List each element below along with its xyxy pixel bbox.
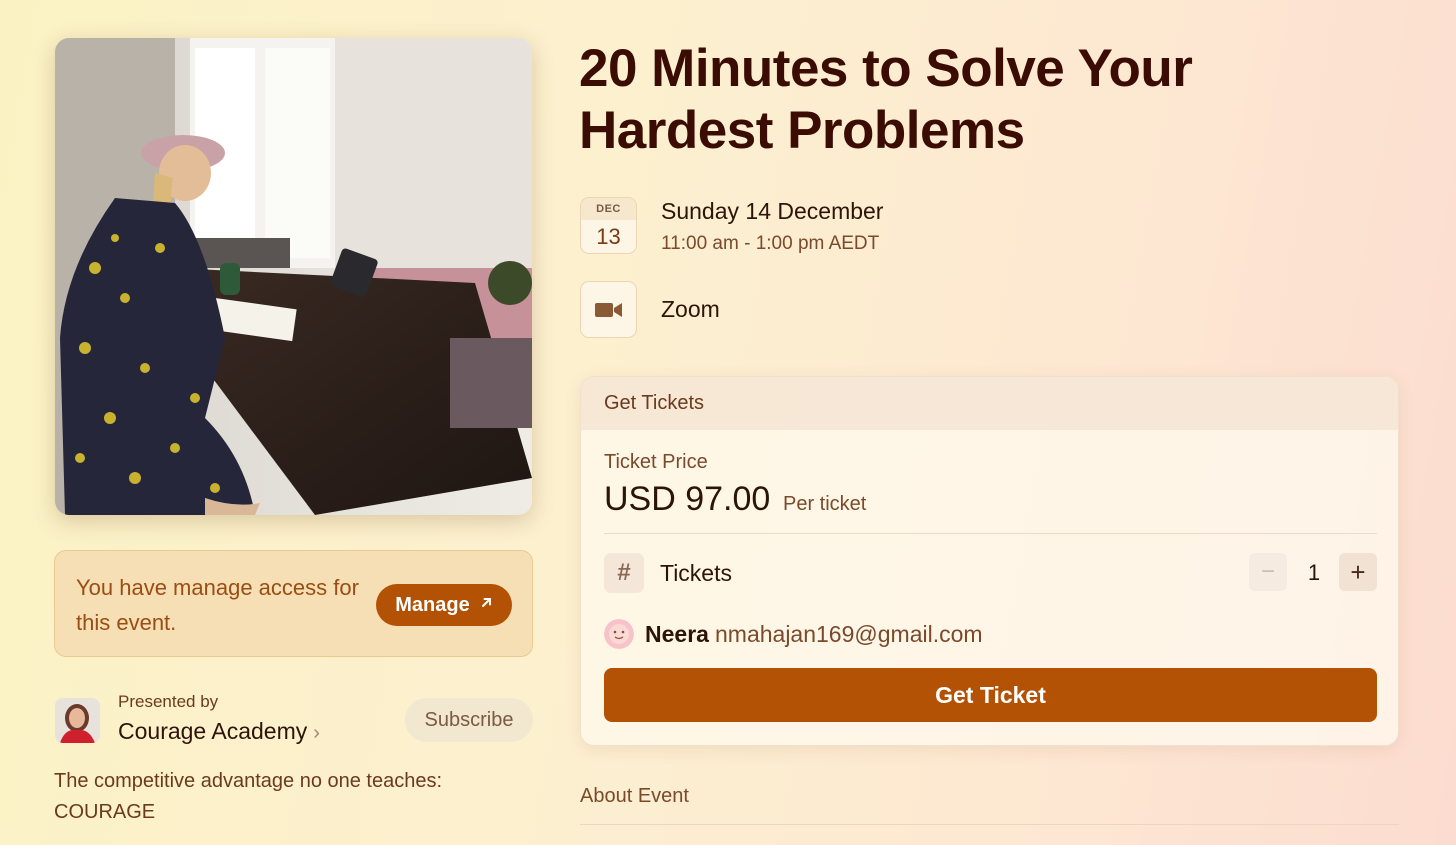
host-avatar[interactable] bbox=[55, 698, 100, 743]
increase-quantity-button[interactable]: + bbox=[1339, 553, 1377, 591]
manage-access-text: You have manage access for this event. bbox=[76, 575, 359, 635]
host-description: The competitive advantage no one teaches… bbox=[54, 770, 443, 823]
event-title: 20 Minutes to Solve Your Hardest Problem… bbox=[579, 39, 1193, 160]
tickets-card-header: Get Tickets bbox=[581, 377, 1398, 430]
decrease-quantity-button[interactable]: − bbox=[1249, 553, 1287, 591]
subscribe-button[interactable]: Subscribe bbox=[405, 698, 533, 742]
manage-access-banner: You have manage access for this event. M… bbox=[54, 550, 533, 657]
user-email: nmahajan169@gmail.com bbox=[715, 621, 983, 647]
user-name: Neera bbox=[645, 621, 709, 647]
ticket-price-unit: Per ticket bbox=[783, 493, 867, 515]
tickets-card: Get Tickets Ticket Price USD 97.00 Per t… bbox=[580, 376, 1399, 746]
calendar-day: 13 bbox=[596, 224, 621, 249]
event-time: 11:00 am - 1:00 pm AEDT bbox=[661, 233, 880, 254]
hash-icon: # bbox=[604, 553, 644, 593]
manage-button[interactable]: Manage bbox=[376, 584, 512, 626]
ticket-price-label: Ticket Price bbox=[604, 451, 708, 473]
video-camera-icon bbox=[580, 281, 637, 338]
divider bbox=[604, 533, 1377, 534]
ticket-quantity: 1 bbox=[1307, 560, 1321, 585]
tickets-quantity-label: Tickets bbox=[660, 560, 732, 586]
about-event-heading: About Event bbox=[580, 785, 689, 807]
user-avatar bbox=[604, 619, 634, 649]
calendar-icon: DEC 13 bbox=[580, 197, 637, 254]
divider bbox=[580, 824, 1399, 825]
arrow-up-right-icon bbox=[480, 596, 493, 614]
get-ticket-button[interactable]: Get Ticket bbox=[604, 668, 1377, 722]
presented-by-label: Presented by bbox=[118, 692, 219, 711]
host-name: Courage Academy bbox=[118, 718, 308, 744]
chevron-right-icon: › bbox=[313, 722, 320, 744]
event-cover-image bbox=[55, 38, 532, 515]
event-date: Sunday 14 December bbox=[661, 198, 884, 224]
host-name-link[interactable]: Courage Academy › bbox=[118, 718, 320, 745]
ticket-price-value: USD 97.00 bbox=[604, 480, 771, 518]
calendar-month: DEC bbox=[581, 198, 636, 220]
manage-button-label: Manage bbox=[395, 593, 470, 616]
event-location: Zoom bbox=[661, 296, 720, 322]
